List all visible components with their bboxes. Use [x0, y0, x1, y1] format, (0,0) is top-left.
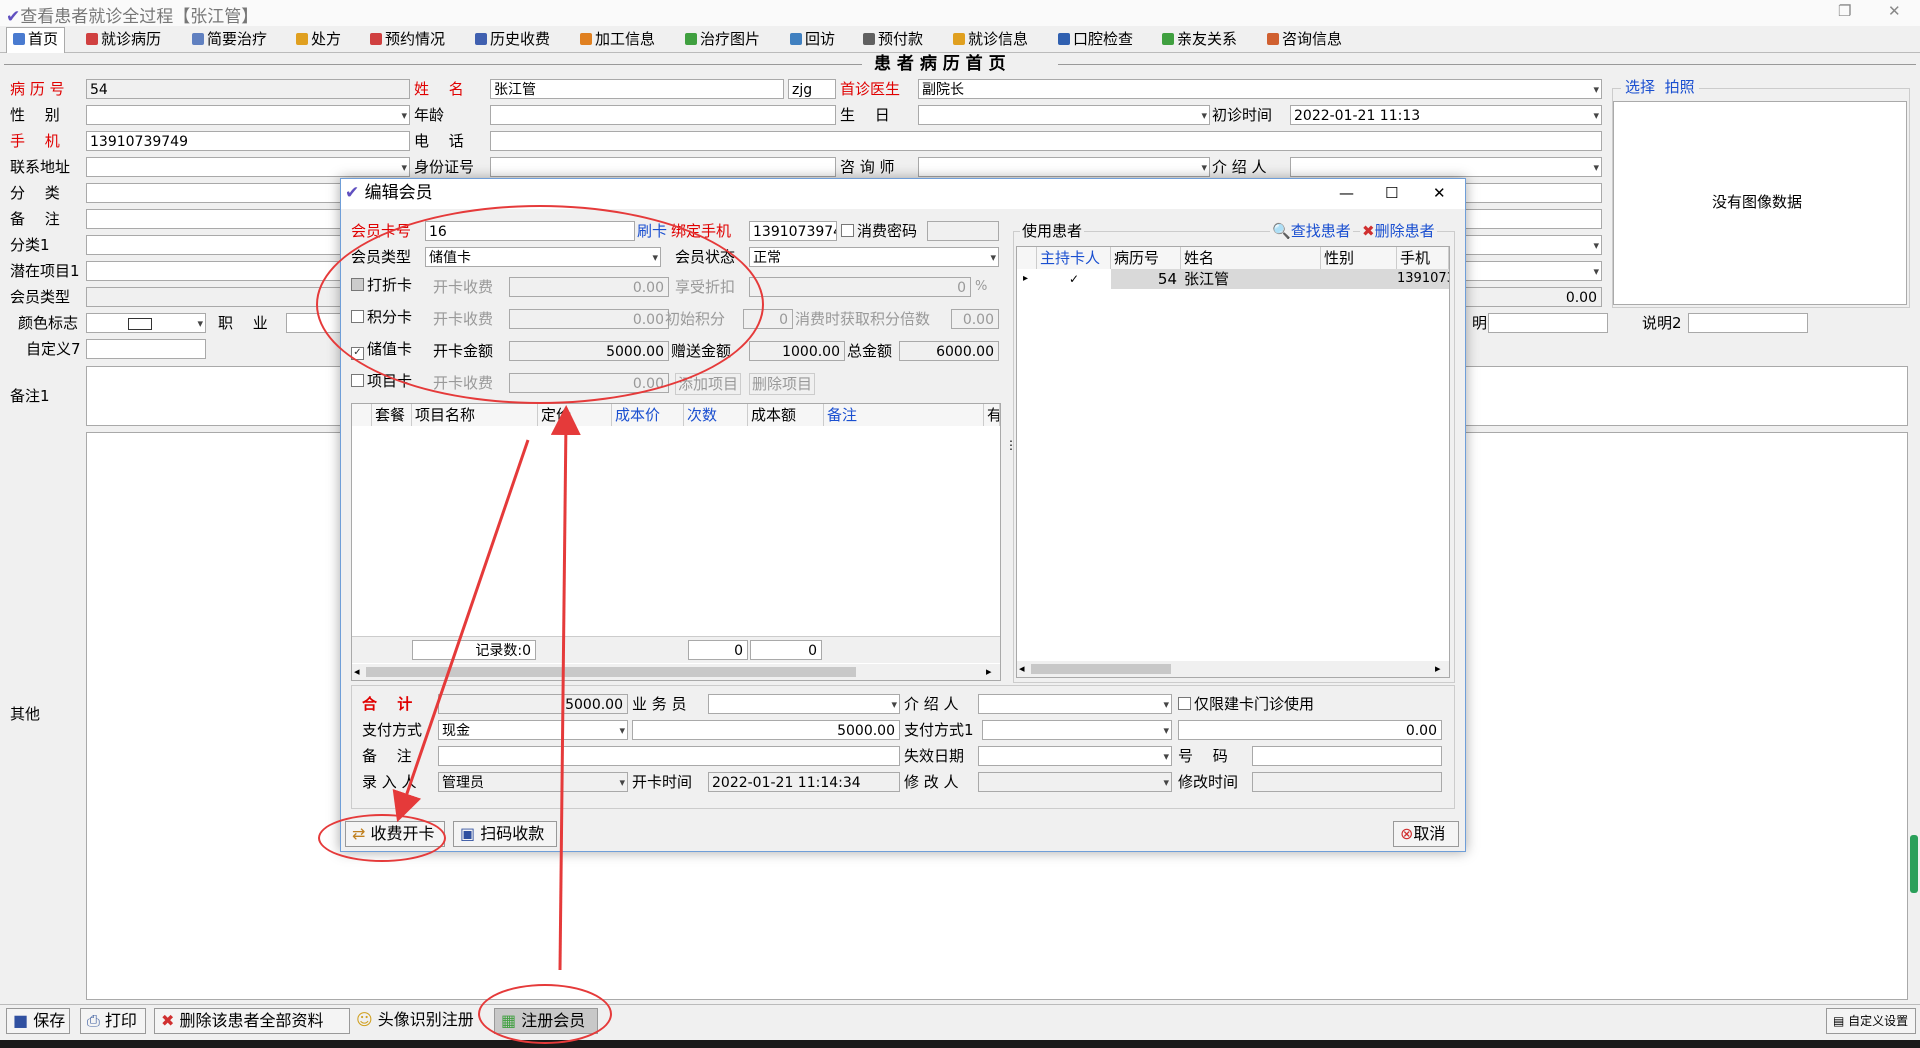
arrow-down — [392, 439, 530, 823]
arrow-up — [550, 405, 581, 971]
annotation-arrows — [392, 405, 581, 971]
